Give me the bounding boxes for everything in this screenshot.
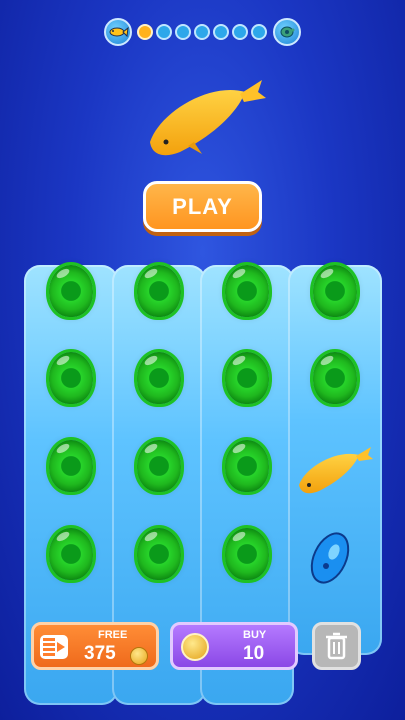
board-cell[interactable] bbox=[292, 337, 378, 423]
yellow-fish-small-icon[interactable] bbox=[293, 437, 375, 501]
green-egg-icon bbox=[137, 265, 181, 317]
board-cell[interactable] bbox=[292, 250, 378, 336]
progress-dot bbox=[137, 24, 153, 40]
board-cell[interactable] bbox=[28, 513, 114, 599]
board-cell[interactable] bbox=[204, 250, 290, 336]
green-egg-icon bbox=[225, 265, 269, 317]
green-egg-icon bbox=[225, 528, 269, 580]
trash-icon bbox=[326, 632, 347, 660]
board-cell[interactable] bbox=[28, 425, 114, 511]
blue-cocoon-icon[interactable] bbox=[300, 522, 360, 592]
trash-button[interactable] bbox=[312, 622, 361, 670]
gold-coin-icon bbox=[181, 633, 209, 661]
green-egg-icon bbox=[137, 528, 181, 580]
board-cell[interactable] bbox=[28, 250, 114, 336]
progress-dot bbox=[194, 24, 210, 40]
progress-dot bbox=[251, 24, 267, 40]
board-cell[interactable] bbox=[116, 513, 202, 599]
buy-amount: 10 bbox=[243, 643, 265, 664]
buy-button[interactable]: BUY 10 bbox=[170, 622, 298, 670]
yellow-fish-icon bbox=[104, 18, 132, 46]
green-egg-icon bbox=[49, 440, 93, 492]
progress-dot bbox=[232, 24, 248, 40]
yellow-fish-large-icon bbox=[150, 80, 266, 156]
green-egg-icon bbox=[49, 352, 93, 404]
coin-icon bbox=[130, 647, 148, 665]
turtle-icon bbox=[273, 18, 301, 46]
progress-dot bbox=[156, 24, 172, 40]
green-egg-icon bbox=[137, 440, 181, 492]
free-coins-button[interactable]: FREE 375 bbox=[31, 622, 159, 670]
green-egg-icon bbox=[137, 352, 181, 404]
board-cell[interactable] bbox=[116, 250, 202, 336]
green-egg-icon bbox=[49, 265, 93, 317]
board-cell[interactable] bbox=[116, 337, 202, 423]
green-egg-icon bbox=[225, 352, 269, 404]
progress-dot bbox=[213, 24, 229, 40]
progress-dot bbox=[175, 24, 191, 40]
board-cell[interactable] bbox=[204, 425, 290, 511]
free-amount: 375 bbox=[84, 643, 116, 664]
green-egg-icon bbox=[313, 352, 357, 404]
green-egg-icon bbox=[49, 528, 93, 580]
play-button[interactable]: PLAY bbox=[143, 181, 262, 232]
buy-label: BUY bbox=[243, 629, 267, 641]
green-egg-icon bbox=[225, 440, 269, 492]
board-cell[interactable] bbox=[28, 337, 114, 423]
green-egg-icon bbox=[313, 265, 357, 317]
free-label: FREE bbox=[98, 629, 128, 641]
video-ad-icon bbox=[40, 635, 68, 659]
board-cell[interactable] bbox=[204, 513, 290, 599]
level-progress-track bbox=[0, 18, 405, 48]
board-cell[interactable] bbox=[116, 425, 202, 511]
board-cell[interactable] bbox=[204, 337, 290, 423]
